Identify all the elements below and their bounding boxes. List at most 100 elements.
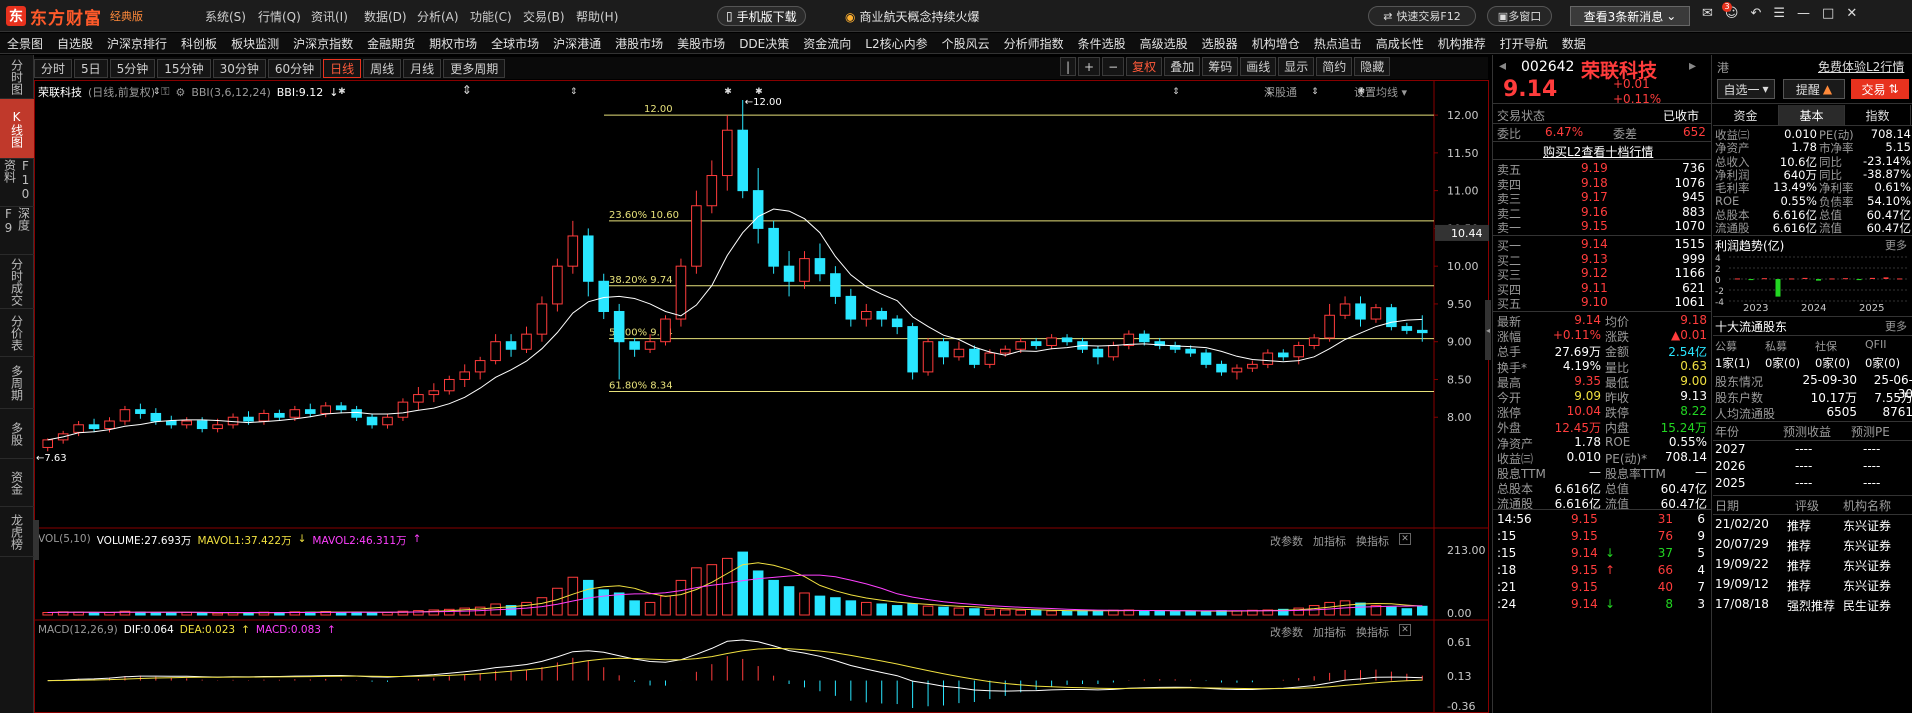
left-tab-1[interactable]: K线图 bbox=[0, 99, 34, 159]
candle[interactable] bbox=[274, 409, 285, 422]
candle[interactable] bbox=[1046, 334, 1057, 350]
ma-settings-button[interactable]: 设置均线 ▾ bbox=[1354, 84, 1407, 100]
chart-tool-button[interactable]: 显示 bbox=[1278, 57, 1315, 76]
left-tab-5[interactable]: 分价表 bbox=[0, 309, 34, 357]
alert-button[interactable]: 提醒 ▲ bbox=[1783, 79, 1845, 99]
fin-tab[interactable]: 指数 bbox=[1845, 105, 1911, 125]
menu-item[interactable]: 资讯(I) bbox=[311, 8, 364, 25]
change-params-button[interactable]: 改参数 bbox=[1270, 624, 1303, 640]
candle[interactable] bbox=[474, 356, 486, 380]
candle[interactable] bbox=[629, 337, 640, 357]
period-button[interactable]: 分时 bbox=[34, 58, 73, 78]
nav-item[interactable]: 沪深港通 bbox=[546, 35, 608, 52]
left-tab-3[interactable]: 深度F9 bbox=[0, 207, 34, 255]
candle[interactable] bbox=[891, 315, 903, 335]
candle[interactable] bbox=[181, 417, 193, 429]
left-tab-7[interactable]: 多股 bbox=[0, 409, 34, 459]
nav-item[interactable]: L2核心内参 bbox=[858, 35, 934, 52]
candle[interactable] bbox=[1169, 341, 1181, 354]
candle[interactable] bbox=[521, 326, 532, 354]
close-pane-icon[interactable]: ✕ bbox=[1399, 533, 1411, 545]
candle[interactable] bbox=[752, 167, 764, 244]
nav-item[interactable]: 全景图 bbox=[0, 35, 50, 52]
back-icon[interactable]: ↶ bbox=[1750, 6, 1761, 21]
menu-item[interactable]: 分析(A) bbox=[417, 8, 470, 25]
candle[interactable] bbox=[1247, 360, 1258, 372]
candle[interactable] bbox=[938, 337, 949, 365]
candle[interactable] bbox=[953, 341, 965, 361]
lock-icon[interactable]: ⚿ bbox=[161, 85, 169, 99]
candle[interactable] bbox=[1308, 334, 1320, 350]
ask-price[interactable]: 9.18 bbox=[1581, 176, 1608, 190]
candle[interactable] bbox=[443, 375, 455, 395]
nav-item[interactable]: 资金流向 bbox=[796, 35, 858, 52]
add-indicator-button[interactable]: 加指标 bbox=[1313, 533, 1346, 549]
next-stock-icon[interactable]: ▸ bbox=[1689, 58, 1696, 74]
candle[interactable] bbox=[135, 403, 146, 419]
hot-news-link[interactable]: ◉ 商业航天概念持续火爆 bbox=[845, 8, 980, 25]
candle[interactable] bbox=[428, 383, 440, 403]
left-tab-0[interactable]: 分时图 bbox=[0, 55, 34, 99]
candle[interactable] bbox=[907, 322, 918, 380]
rating-org[interactable]: 民生证券 bbox=[1843, 597, 1912, 614]
menu-item[interactable]: 系统(S) bbox=[205, 8, 258, 25]
candle[interactable] bbox=[1262, 349, 1274, 369]
settings-icon[interactable]: ⚙ bbox=[175, 86, 185, 99]
candle[interactable] bbox=[721, 115, 733, 191]
nav-item[interactable]: 热点追击 bbox=[1307, 35, 1369, 52]
holders-more-link[interactable]: 更多 bbox=[1885, 318, 1907, 334]
left-tab-6[interactable]: 多周期 bbox=[0, 357, 34, 409]
candle[interactable] bbox=[830, 266, 841, 304]
nav-item[interactable]: 科创板 bbox=[174, 35, 224, 52]
left-tab-4[interactable]: 分时成交 bbox=[0, 255, 34, 309]
candle[interactable] bbox=[1216, 360, 1227, 376]
candle[interactable] bbox=[922, 337, 934, 376]
candle[interactable] bbox=[768, 220, 779, 274]
candle[interactable] bbox=[382, 413, 393, 429]
buy-l2-link[interactable]: 购买L2查看十档行情 bbox=[1543, 143, 1653, 160]
fin-tab[interactable]: 基本 bbox=[1779, 105, 1845, 125]
candle[interactable] bbox=[814, 243, 826, 282]
minimize-icon[interactable]: — bbox=[1797, 6, 1810, 21]
chart-tool-button[interactable]: 隐藏 bbox=[1354, 57, 1391, 76]
menu-item[interactable]: 功能(C) bbox=[470, 8, 523, 25]
left-tab-2[interactable]: F10资料 bbox=[0, 159, 34, 207]
candle[interactable] bbox=[552, 258, 563, 312]
deep-connect-label[interactable]: 深股通 bbox=[1264, 84, 1297, 100]
menu-item[interactable]: 帮助(H) bbox=[576, 8, 629, 25]
candle[interactable] bbox=[1231, 364, 1243, 380]
candle[interactable] bbox=[304, 403, 316, 418]
candle[interactable] bbox=[969, 345, 980, 369]
profit-more-link[interactable]: 更多 bbox=[1885, 237, 1907, 253]
candle[interactable] bbox=[459, 364, 471, 388]
candle[interactable] bbox=[1123, 330, 1135, 350]
swap-indicator-button[interactable]: 换指标 bbox=[1356, 533, 1389, 549]
bid-price[interactable]: 9.12 bbox=[1581, 266, 1608, 280]
candle[interactable] bbox=[1154, 337, 1166, 350]
candle[interactable] bbox=[413, 387, 424, 410]
ask-price[interactable]: 9.17 bbox=[1581, 190, 1608, 204]
nav-item[interactable]: 高成长性 bbox=[1369, 35, 1431, 52]
mobile-download-button[interactable]: ▯ 手机版下载 bbox=[717, 6, 806, 26]
candle[interactable] bbox=[88, 418, 100, 433]
nav-item[interactable]: DDE决策 bbox=[732, 35, 796, 52]
candle[interactable] bbox=[691, 190, 702, 274]
candle[interactable] bbox=[119, 405, 131, 425]
rating-org[interactable]: 东兴证券 bbox=[1843, 517, 1912, 534]
nav-item[interactable]: 打开导航 bbox=[1493, 35, 1555, 52]
candle[interactable] bbox=[783, 251, 795, 297]
nav-item[interactable]: 全球市场 bbox=[484, 35, 546, 52]
candle[interactable] bbox=[397, 398, 409, 422]
period-button[interactable]: 月线 bbox=[403, 58, 442, 78]
collapse-left-handle[interactable] bbox=[34, 520, 39, 560]
candle[interactable] bbox=[1277, 349, 1289, 361]
chart-tool-button[interactable]: | bbox=[1060, 57, 1077, 76]
period-button[interactable]: 日线 bbox=[323, 58, 362, 78]
chart-tool-button[interactable]: 叠加 bbox=[1164, 57, 1201, 76]
period-button[interactable]: 周线 bbox=[363, 58, 402, 78]
candle[interactable] bbox=[42, 438, 54, 452]
nav-item[interactable]: 分析师指数 bbox=[997, 35, 1071, 52]
ask-price[interactable]: 9.15 bbox=[1581, 219, 1608, 233]
event-marker-icon[interactable]: ⇕ bbox=[1311, 87, 1319, 97]
nav-item[interactable]: 数据 bbox=[1555, 35, 1593, 52]
